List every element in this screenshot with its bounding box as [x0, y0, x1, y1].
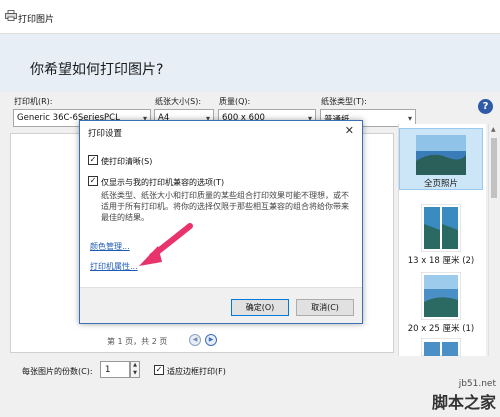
chevron-down-icon[interactable]: ▼ [131, 370, 139, 378]
layout-thumbnail [420, 338, 462, 356]
help-icon[interactable]: ? [478, 99, 493, 114]
copies-label: 每张图片的份数(C): [22, 367, 93, 376]
layout-item-13x18[interactable]: 13 x 18 厘米 (2) [399, 203, 483, 266]
print-settings-dialog: 打印设置 ✕ ✓ 使打印清晰(S) ✓ 仅显示与我的打印机兼容的选项(T) 纸张… [79, 120, 363, 324]
window-title: 打印图片 [18, 15, 55, 25]
page-heading: 你希望如何打印图片? [30, 62, 164, 78]
watermark-url: jb51.net [458, 379, 496, 389]
sharpen-checkbox[interactable]: ✓ [88, 155, 98, 165]
layout-caption: 全页照片 [423, 179, 458, 189]
layout-scrollbar[interactable]: ▲ [488, 124, 498, 356]
printer-icon [5, 10, 17, 21]
layout-item-20x25[interactable]: 20 x 25 厘米 (1) [399, 271, 483, 334]
chevron-down-icon: ▾ [407, 114, 412, 123]
header-banner: 你希望如何打印图片? [0, 34, 500, 92]
printer-label: 打印机(R): [14, 97, 53, 106]
compatible-options-label: 仅显示与我的打印机兼容的选项(T) [101, 178, 225, 187]
fit-frame-checkbox[interactable]: ✓ [154, 365, 164, 375]
paper-type-label: 纸张类型(T): [321, 97, 367, 106]
layout-caption: 13 x 18 厘米 (2) [407, 256, 475, 266]
printer-properties-link[interactable]: 打印机属性... [90, 261, 138, 272]
layout-item-full-page[interactable]: 全页照片 [399, 128, 483, 190]
layout-item-partial[interactable] [399, 338, 483, 356]
fit-frame-label: 适应边框打印(F) [167, 367, 226, 376]
layout-thumbnail [420, 271, 462, 321]
dialog-title: 打印设置 [88, 129, 123, 139]
watermark: jb51.net 脚本之家 [432, 379, 496, 413]
page-indicator: 第 1 页，共 2 页 [107, 337, 168, 346]
cancel-button[interactable]: 取消(C) [296, 299, 354, 316]
close-icon[interactable]: ✕ [345, 124, 354, 137]
watermark-brand: 脚本之家 [431, 393, 496, 412]
next-page-button[interactable]: ▶ [205, 334, 217, 346]
title-bar: 打印图片 [0, 0, 500, 34]
compatible-options-checkbox[interactable]: ✓ [88, 176, 98, 186]
copies-input[interactable]: 1 [100, 361, 130, 378]
paper-size-label: 纸张大小(S): [155, 97, 202, 106]
scroll-up-icon[interactable]: ▲ [491, 126, 496, 133]
compatibility-description: 纸张类型、纸张大小和打印质量的某些组合打印效果可能不理想，或不适用于所有打印机。… [101, 191, 349, 222]
quality-label: 质量(Q): [219, 97, 251, 106]
layout-list: 全页照片 13 x 18 厘米 (2) 20 x 25 厘米 (1) [398, 124, 486, 356]
layout-thumbnail [420, 203, 462, 253]
previous-page-button[interactable]: ◀ [189, 334, 201, 346]
copies-stepper[interactable]: ▲ ▼ [130, 361, 140, 378]
layout-caption: 20 x 25 厘米 (1) [407, 324, 475, 334]
ok-button[interactable]: 确定(O) [231, 299, 289, 316]
chevron-up-icon[interactable]: ▲ [131, 362, 139, 370]
sharpen-label: 使打印清晰(S) [101, 157, 153, 166]
layout-thumbnail [416, 135, 466, 175]
scrollbar-thumb[interactable] [491, 138, 497, 198]
color-management-link[interactable]: 颜色管理... [90, 241, 130, 252]
